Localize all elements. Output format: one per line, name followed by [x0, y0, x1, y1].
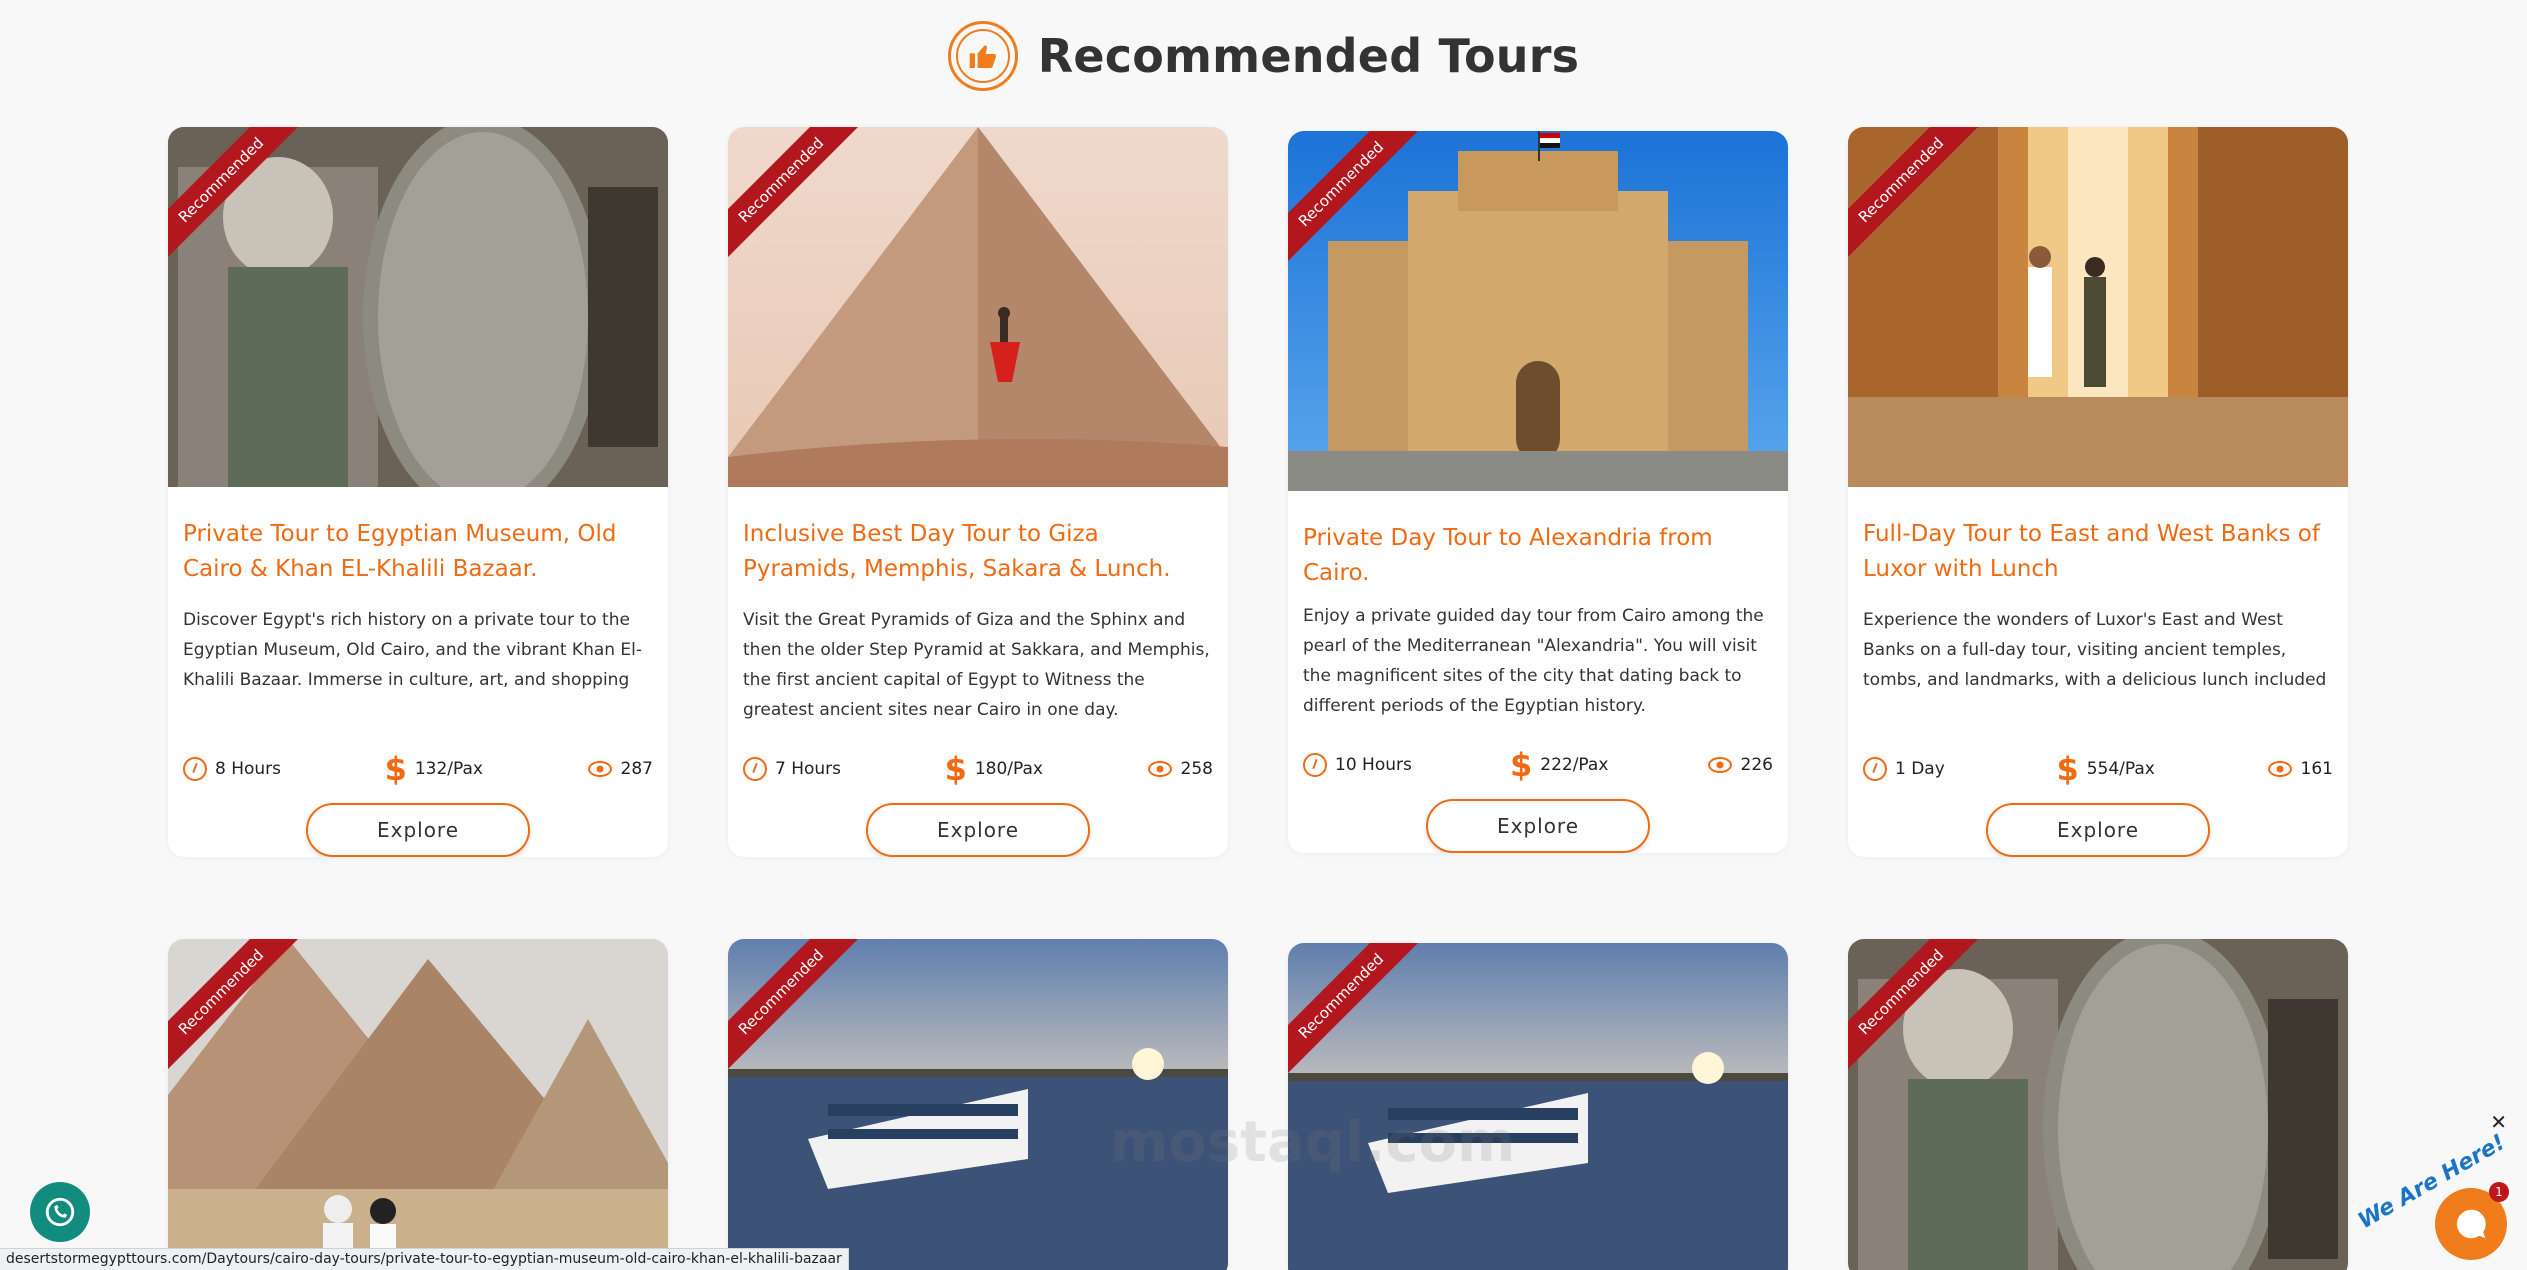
tour-image[interactable]: Recommended [168, 127, 668, 487]
recommended-ribbon: Recommended [1288, 131, 1418, 261]
explore-button[interactable]: Explore [866, 803, 1090, 857]
eye-icon [1707, 757, 1732, 773]
whatsapp-button[interactable] [30, 1182, 90, 1242]
clock-icon [183, 757, 207, 781]
recommended-ribbon: Recommended [1288, 943, 1418, 1073]
tour-price: 222/Pax [1540, 755, 1609, 775]
tour-card: Recommended Private Day Tour to Alexandr… [1288, 131, 1788, 853]
status-url: desertstormegypttours.com/Daytours/cairo… [0, 1248, 849, 1270]
recommended-ribbon: Recommended [728, 939, 858, 1069]
dollar-icon: $ [1509, 746, 1533, 784]
tour-card: Recommended [168, 939, 668, 1270]
tour-card: Recommended Private Tour to Egyptian Mus… [168, 127, 668, 857]
tour-card: Recommended [728, 939, 1228, 1270]
explore-button[interactable]: Explore [1986, 803, 2210, 857]
tour-title[interactable]: Private Day Tour to Alexandria from Cair… [1288, 491, 1788, 595]
whatsapp-icon [45, 1197, 75, 1227]
tour-description: Experience the wonders of Luxor's East a… [1863, 610, 2327, 690]
explore-button[interactable]: Explore [306, 803, 530, 857]
clock-icon [1863, 757, 1887, 781]
section-title: Recommended Tours [1037, 29, 1580, 83]
tour-views: 287 [620, 759, 653, 779]
eye-icon [587, 761, 612, 777]
tour-description: Discover Egypt's rich history on a priva… [183, 610, 643, 690]
tour-description: Visit the Great Pyramids of Giza and the… [743, 610, 1210, 720]
recommended-ribbon: Recommended [1848, 939, 1978, 1069]
watermark: mostaql.com [1110, 1110, 1516, 1175]
tour-image[interactable]: Recommended [168, 939, 668, 1270]
thumbs-up-icon [947, 21, 1018, 91]
notification-badge: 1 [2489, 1182, 2509, 1202]
tour-views: 226 [1740, 755, 1773, 775]
tour-image[interactable]: Recommended [728, 939, 1228, 1270]
chat-icon [2456, 1209, 2486, 1239]
tour-title[interactable]: Inclusive Best Day Tour to Giza Pyramids… [728, 487, 1228, 599]
tour-card: Recommended Inclusive Best Day Tour to G… [728, 127, 1228, 857]
dollar-icon: $ [944, 750, 967, 788]
recommended-ribbon: Recommended [728, 127, 858, 257]
tour-image[interactable]: Recommended [1848, 127, 2348, 487]
tour-description: Enjoy a private guided day tour from Cai… [1303, 606, 1764, 716]
tour-duration: 10 Hours [1335, 755, 1412, 775]
tour-image[interactable]: Recommended [1288, 943, 1788, 1270]
tour-image[interactable]: Recommended [728, 127, 1228, 487]
recommended-ribbon: Recommended [168, 939, 298, 1069]
dollar-icon: $ [384, 750, 407, 788]
tour-duration: 8 Hours [215, 759, 282, 779]
tour-card: Recommended [1288, 943, 1788, 1270]
recommended-ribbon: Recommended [168, 127, 298, 257]
tour-image[interactable]: Recommended [1288, 131, 1788, 491]
recommended-ribbon: Recommended [1848, 127, 1978, 257]
section-header: Recommended Tours [0, 14, 2527, 98]
close-chat-button[interactable]: ✕ [2490, 1110, 2507, 1134]
tour-card: Recommended [1848, 939, 2348, 1270]
clock-icon [1303, 753, 1327, 777]
tour-price: 180/Pax [974, 759, 1043, 779]
tour-card: Recommended Full-Day Tour to East and We… [1848, 127, 2348, 857]
explore-button[interactable]: Explore [1426, 799, 1650, 853]
tour-views: 258 [1180, 759, 1213, 779]
tour-price: 554/Pax [2086, 759, 2155, 779]
tour-duration: 1 Day [1895, 759, 1945, 779]
tour-duration: 7 Hours [775, 759, 842, 779]
clock-icon [743, 757, 767, 781]
tour-image[interactable]: Recommended [1848, 939, 2348, 1270]
tour-title[interactable]: Private Tour to Egyptian Museum, Old Cai… [168, 487, 668, 599]
chat-widget: ✕ We Are Here! 1 [2354, 1110, 2510, 1260]
eye-icon [2267, 761, 2292, 777]
tour-title[interactable]: Full-Day Tour to East and West Banks of … [1848, 487, 2348, 599]
dollar-icon: $ [2056, 750, 2079, 788]
tour-price: 132/Pax [414, 759, 483, 779]
eye-icon [1147, 761, 1172, 777]
tour-views: 161 [2300, 759, 2333, 779]
